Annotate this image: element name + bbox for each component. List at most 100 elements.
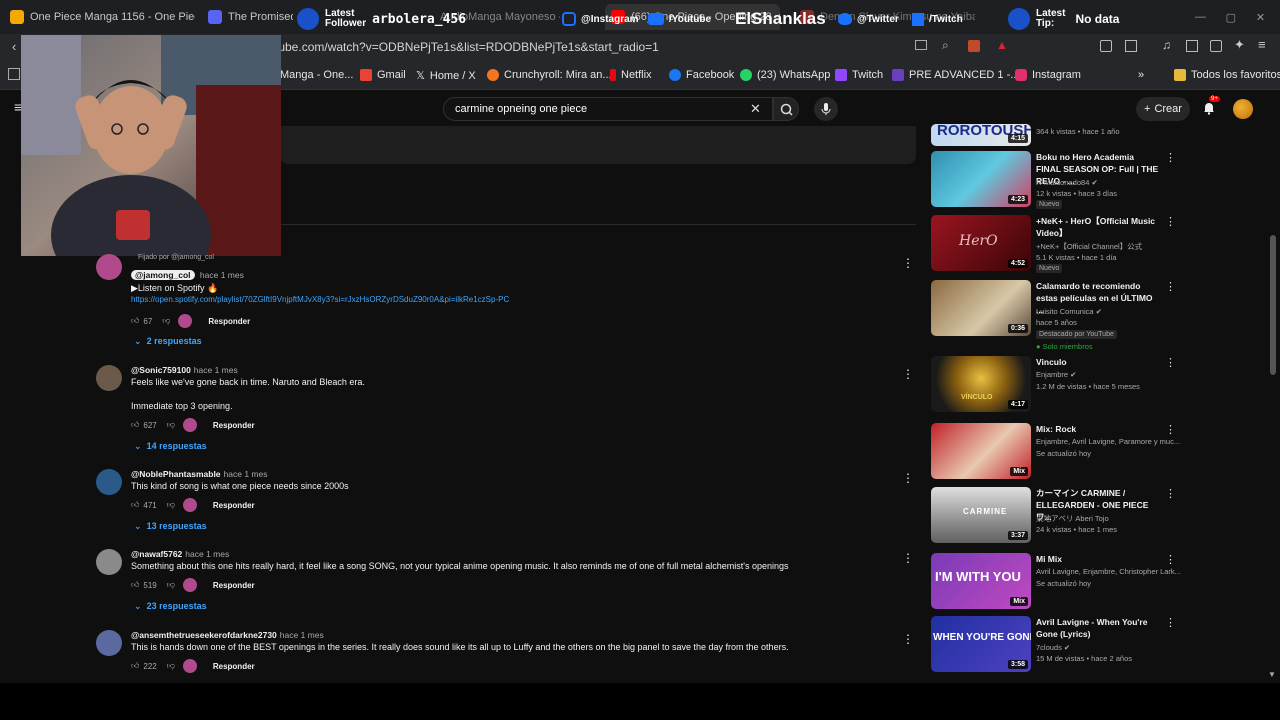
commenter-avatar[interactable] [96,549,122,575]
view-replies-button[interactable]: ⌄ 2 respuestas [134,336,202,347]
comment-time[interactable]: hace 1 mes [224,469,268,479]
related-video-0[interactable]: ROROTOUSH 4:15 364 k vistas • hace 1 año [931,124,1181,146]
reply-button[interactable]: Responder [213,501,255,510]
like-icon[interactable]: 👍︎ [131,661,139,671]
like-icon[interactable]: 👍︎ [131,500,139,510]
video-thumbnail[interactable]: 4:23 [931,151,1031,207]
video-thumbnail[interactable]: VÍNCULO 4:17 [931,356,1031,412]
comment-author[interactable]: @nawaf5762 [131,549,182,559]
related-video-7[interactable]: I'M WITH YOU Mix Mi Mix Avril Lavigne, E… [931,553,1181,613]
account-avatar[interactable] [1233,99,1253,119]
bookmark-0[interactable]: Manga - One... [280,69,353,81]
close-window-icon[interactable]: ✕ [1256,11,1265,24]
video-title[interactable]: Avril Lavigne - When You're Gone (Lyrics… [1036,616,1161,640]
reply-button[interactable]: Responder [213,662,255,671]
video-thumbnail[interactable]: I'M WITH YOU Mix [931,553,1031,609]
video-menu-icon[interactable]: ⋮ [1165,356,1176,369]
comment-time[interactable]: hace 1 mes [280,630,324,640]
media-icon[interactable]: ♫ [1162,38,1171,52]
like-icon[interactable]: 👍︎ [131,580,139,590]
comment-menu-icon[interactable]: ⋮ [902,256,914,270]
back-icon[interactable]: ‹ [12,39,16,54]
video-title[interactable]: Vinculo [1036,356,1161,368]
leo-ai-icon[interactable]: ✦ [1234,37,1245,53]
bookmark-facebook[interactable]: Facebook [669,69,734,81]
related-video-4[interactable]: VÍNCULO 4:17 Vinculo Enjambre ✔ 1.2 M de… [931,356,1181,416]
url-field[interactable]: tube.com/watch?v=ODBNePjTe1s&list=RDODBN… [275,40,659,54]
video-thumbnail[interactable]: Mix [931,423,1031,479]
sidebar-icon[interactable] [1186,40,1198,52]
tab-0[interactable]: One Piece Manga 1156 - One Piece M [10,4,195,30]
rewards-icon[interactable]: ▲ [996,38,1008,52]
more-bookmarks-icon[interactable]: » [1138,69,1144,81]
search-button[interactable] [773,97,799,121]
video-menu-icon[interactable]: ⋮ [1165,487,1176,500]
video-channel[interactable]: Enjambre ✔ [1036,369,1076,380]
related-video-6[interactable]: CARMINE 3:37 カーマイン CARMINE / ELLEGARDEN … [931,487,1181,547]
scroll-down-icon[interactable]: ▼ [1268,670,1276,679]
like-icon[interactable]: 👍︎ [131,420,139,430]
dislike-icon[interactable]: 👎︎ [167,580,175,590]
video-thumbnail[interactable]: ROROTOUSH 4:15 [931,124,1031,146]
bookmark-x[interactable]: 𝕏 Home / X [416,69,476,83]
video-channel[interactable]: 東地アベリ Aberi Tojo [1036,513,1109,524]
menu-icon[interactable]: ≡ [1258,37,1266,52]
video-title[interactable]: +NeK+ - HerO【Official Music Video】 [1036,215,1161,239]
reply-button[interactable]: Responder [208,317,250,326]
clear-search-icon[interactable]: ✕ [750,101,761,117]
comment-time[interactable]: hace 1 mes [200,270,244,280]
related-video-5[interactable]: Mix Mix: Rock Enjambre, Avril Lavigne, P… [931,423,1181,483]
bookmark-gmail[interactable]: Gmail [360,69,406,81]
commenter-avatar[interactable] [96,254,122,280]
notifications-button[interactable]: 9+ [1202,96,1220,120]
all-favorites-folder[interactable]: Todos los favoritos [1174,69,1280,81]
video-menu-icon[interactable]: ⋮ [1165,151,1176,164]
video-channel[interactable]: 7clouds ✔ [1036,642,1070,653]
bookmark-netflix[interactable]: Netflix [610,69,652,81]
related-video-1[interactable]: 4:23 Boku no Hero Academia FINAL SEASON … [931,151,1181,211]
video-title[interactable]: Mi Mix [1036,553,1161,565]
comment-menu-icon[interactable]: ⋮ [902,551,914,565]
video-channel[interactable]: Luisito Comunica ✔ [1036,306,1102,317]
video-menu-icon[interactable]: ⋮ [1165,280,1176,293]
comment-link[interactable]: https://open.spotify.com/playlist/70ZGlf… [131,295,509,304]
minimize-icon[interactable]: — [1195,11,1206,23]
comment-author[interactable]: @jamong_col [131,270,195,280]
comment-author[interactable]: @NoblePhantasmable [131,469,221,479]
video-menu-icon[interactable]: ⋮ [1165,215,1176,228]
video-thumbnail[interactable]: 0:36 [931,280,1031,336]
comment-author[interactable]: @ansemthetrueseekerofdarkne2730 [131,630,277,640]
bookmark-whatsapp[interactable]: (23) WhatsApp [740,69,830,81]
tab-search-icon[interactable] [1210,40,1222,52]
maximize-icon[interactable]: ▢ [1226,11,1236,24]
comment-time[interactable]: hace 1 mes [194,365,238,375]
related-video-3[interactable]: 0:36 Calamardo te recomiendo estas pelíc… [931,280,1181,351]
commenter-avatar[interactable] [96,469,122,495]
video-thumbnail[interactable]: HerO 4:52 [931,215,1031,271]
wallet-icon[interactable] [1125,40,1137,52]
page-scrollbar-thumb[interactable] [1270,235,1276,375]
view-replies-button[interactable]: ⌄ 13 respuestas [134,521,207,532]
commenter-avatar[interactable] [96,630,122,656]
comment-time[interactable]: hace 1 mes [185,549,229,559]
view-replies-button[interactable]: ⌄ 23 respuestas [134,601,207,612]
video-menu-icon[interactable]: ⋮ [1165,616,1176,629]
related-video-2[interactable]: HerO 4:52 +NeK+ - HerO【Official Music Vi… [931,215,1181,275]
view-replies-button[interactable]: ⌄ 14 respuestas [134,441,207,452]
dislike-icon[interactable]: 👎︎ [167,500,175,510]
zoom-icon[interactable]: ⌕ [942,38,949,53]
video-title[interactable]: Mix: Rock [1036,423,1161,435]
video-thumbnail[interactable]: WHEN YOU'RE GONE 3:58 [931,616,1031,672]
dislike-icon[interactable]: 👎︎ [162,316,170,326]
comment-menu-icon[interactable]: ⋮ [902,367,914,381]
search-input[interactable]: carmine opneing one piece ✕ [443,97,773,121]
video-menu-icon[interactable]: ⋮ [1165,423,1176,436]
related-video-8[interactable]: WHEN YOU'RE GONE 3:58 Avril Lavigne - Wh… [931,616,1181,676]
description-box[interactable] [280,126,916,164]
video-thumbnail[interactable]: CARMINE 3:37 [931,487,1031,543]
comment-menu-icon[interactable]: ⋮ [902,471,914,485]
bookmark-instagram[interactable]: Instagram [1015,69,1081,81]
video-channel[interactable]: R-Maldonado84 ✔ [1036,177,1098,188]
comment-menu-icon[interactable]: ⋮ [902,632,914,646]
bookmark-twitch[interactable]: Twitch [835,69,883,81]
